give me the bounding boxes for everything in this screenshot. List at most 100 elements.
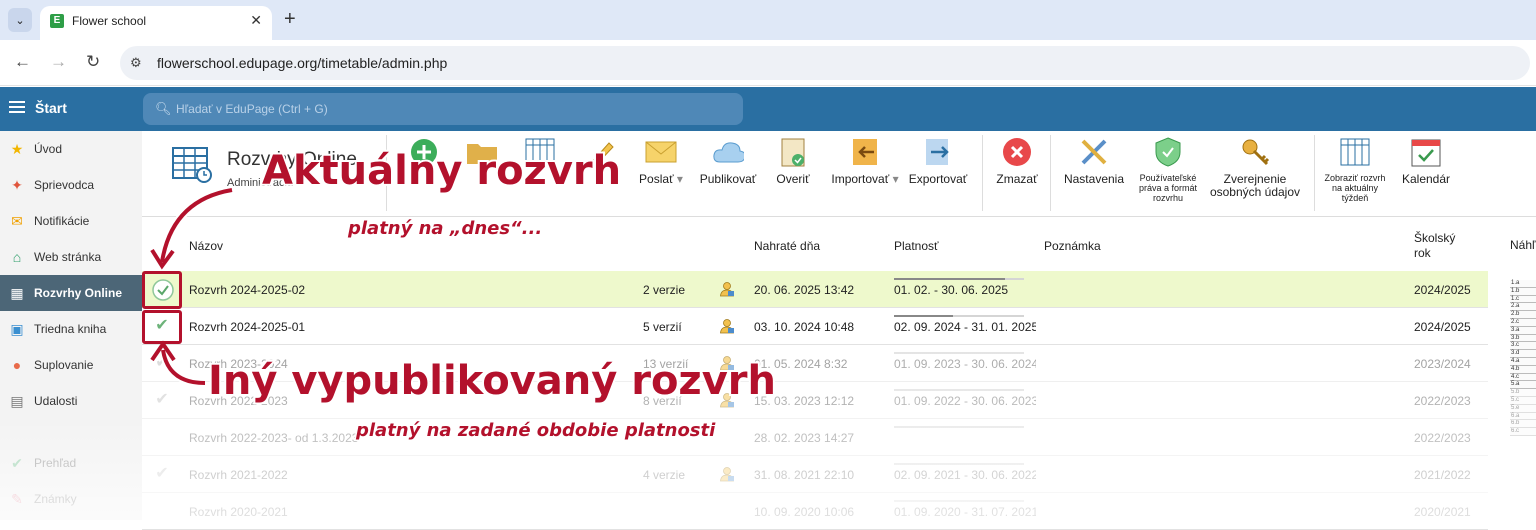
row-name[interactable]: Rozvrh 2024-2025-01 — [189, 320, 305, 334]
sidebar-item-8[interactable]: ▤ Udalosti — [0, 383, 142, 419]
row-name[interactable]: Rozvrh 2020-2021 — [189, 505, 288, 519]
user-icon — [720, 319, 734, 334]
preview-row: 5.c — [1510, 396, 1536, 405]
start-link[interactable]: Štart — [35, 100, 67, 116]
timetable-icon — [1339, 137, 1371, 167]
preview-row: 2.a — [1510, 303, 1536, 312]
preview-header: Náhľ — [1510, 238, 1536, 252]
calendar-label: Kalendár — [1401, 172, 1451, 186]
new-tab-button[interactable]: + — [284, 8, 296, 30]
table-row[interactable]: ✔ Rozvrh 2024-2025-01 5 verzií 03. 10. 2024… — [142, 308, 1488, 345]
annotation-other-subtitle: platný na zadané obdobie platnosti — [354, 419, 716, 443]
row-validity-text: 01. 09. 2020 - 31. 07. 2021 — [894, 505, 1036, 519]
timetable-logo-icon — [172, 147, 212, 183]
user-rights-button[interactable]: Používateľské práva a formát rozvrhu — [1136, 137, 1200, 213]
sidebar-item-label: Udalosti — [34, 394, 78, 408]
sidebar-item-5[interactable]: ▦ Rozvrhy Online — [0, 275, 142, 311]
timetable-preview[interactable]: 1.a 1.b 1.c 2.a 2.b 2.c 3.a 3.b 3.c 3.d 4.a 4.b 4.c 5… — [1510, 280, 1536, 520]
url-text: flowerschool.edupage.org/timetable/admin… — [157, 55, 448, 71]
export-button[interactable]: Exportovať — [906, 137, 970, 213]
grade-icon: ✎ — [11, 490, 23, 507]
verify-label: Overiť — [776, 172, 810, 186]
sidebar-item-label: Rozvrhy Online — [34, 286, 123, 300]
check-icon[interactable]: ✔ — [152, 353, 172, 373]
sidebar-item-2[interactable]: ✦ Sprievodca — [0, 167, 142, 203]
row-name[interactable]: Rozvrh 2021-2022 — [189, 468, 288, 482]
edupage-favicon-icon: E — [50, 14, 64, 28]
search-box: 🔍︎ — [143, 93, 743, 125]
header-note[interactable]: Poznámka — [1044, 239, 1101, 253]
publish-button[interactable]: Publikovať — [698, 137, 758, 213]
hamburger-menu-icon[interactable] — [9, 101, 25, 113]
settings-button[interactable]: Nastavenia — [1060, 137, 1128, 213]
validity-progress-bar — [894, 426, 1024, 428]
table-row[interactable]: Rozvrh 2022-2023- od 1.3.2023 28. 02. 202… — [142, 419, 1488, 456]
current-week-button[interactable]: Zobraziť rozvrh na aktuálny týždeň — [1320, 137, 1390, 213]
preview-row: 4.a — [1510, 357, 1536, 366]
delete-button[interactable]: Zmazať — [992, 137, 1042, 213]
row-validity: 01. 09. 2022 - 30. 06. 2023 — [894, 389, 1036, 415]
sidebar-item-10[interactable]: ✎ Známky — [0, 481, 142, 517]
site-settings-icon[interactable]: ⚙ — [130, 55, 142, 71]
person-icon: ● — [12, 357, 22, 373]
cloud-icon — [712, 137, 744, 167]
sidebar-item-7[interactable]: ● Suplovanie — [0, 347, 142, 383]
search-input[interactable] — [176, 99, 716, 119]
user-rights-label: Používateľské práva a formát rozvrhu — [1138, 173, 1198, 203]
check-icon[interactable]: ✔ — [152, 464, 172, 484]
browser-tab[interactable]: E Flower school ✕ — [40, 6, 272, 40]
sidebar-item-9[interactable]: ✔ Prehľad — [0, 445, 142, 481]
import-button[interactable]: Importovať ▾ — [826, 137, 904, 213]
header-school-year[interactable]: Školský rok — [1414, 231, 1474, 261]
row-validity-text: 01. 09. 2022 - 30. 06. 2023 — [894, 394, 1036, 408]
calendar-button[interactable]: Kalendár — [1398, 137, 1454, 213]
sidebar-item-1[interactable]: ★ Úvod — [0, 131, 142, 167]
row-versions[interactable]: 4 verzie — [643, 468, 685, 482]
toolbar-separator — [1050, 135, 1051, 211]
star-icon: ★ — [10, 140, 24, 157]
header-uploaded[interactable]: Nahraté dňa — [754, 239, 820, 253]
preview-row: 1.a — [1510, 280, 1536, 288]
row-versions[interactable]: 2 verzie — [643, 283, 685, 297]
sidebar-item-3[interactable]: ✉ Notifikácie — [0, 203, 142, 239]
reload-icon[interactable]: ↻ — [86, 52, 100, 72]
verify-button[interactable]: Overiť — [770, 137, 816, 213]
back-arrow-icon[interactable]: ← — [14, 52, 31, 72]
sidebar: ★ Úvod ✦ Sprievodca ✉ Notifikácie ⌂ Web stránka… — [0, 131, 142, 520]
table-row[interactable]: Rozvrh 2024-2025-02 2 verzie 20. 06. 2025 … — [142, 271, 1488, 308]
preview-row: 4.b — [1510, 365, 1536, 374]
send-button[interactable]: Poslať ▾ — [636, 137, 686, 213]
tools-icon — [1078, 137, 1110, 167]
calendar-check-icon — [1410, 137, 1442, 167]
preview-row: 6.a — [1510, 412, 1536, 421]
header-validity[interactable]: Platnosť — [894, 239, 939, 253]
tab-search-button[interactable]: ⌄ — [8, 8, 32, 32]
row-name[interactable]: Rozvrh 2024-2025-02 — [189, 283, 305, 297]
sidebar-item-4[interactable]: ⌂ Web stránka — [0, 239, 142, 275]
sidebar-item-label: Triedna kniha — [34, 322, 107, 336]
row-validity: 02. 09. 2021 - 30. 06. 2022 — [894, 463, 1036, 489]
personal-data-label: Zverejnenie osobných údajov — [1209, 172, 1301, 199]
table-row[interactable]: Rozvrh 2020-2021 10. 09. 2020 10:06 01. 09… — [142, 493, 1488, 530]
check-icon[interactable]: ✔ — [152, 390, 172, 410]
url-field[interactable]: ⚙ flowerschool.edupage.org/timetable/adm… — [120, 46, 1530, 80]
row-versions[interactable]: 5 verzií — [643, 320, 682, 334]
sidebar-item-6[interactable]: ▣ Triedna kniha — [0, 311, 142, 347]
table-row[interactable]: ✔ Rozvrh 2021-2022 4 verzie 31. 08. 2021 22… — [142, 456, 1488, 493]
close-icon[interactable]: ✕ — [250, 12, 262, 29]
preview-row: 1.c — [1510, 295, 1536, 304]
other-checkbox-highlight — [142, 310, 182, 344]
sidebar-item-label: Úvod — [34, 142, 63, 156]
validity-progress-bar — [894, 352, 1024, 354]
app-header: Štart 🔍︎ — [0, 87, 1536, 131]
key-icon — [1239, 137, 1271, 167]
shield-icon — [1152, 137, 1184, 167]
personal-data-button[interactable]: Zverejnenie osobných údajov — [1208, 137, 1302, 213]
row-school-year: 2024/2025 — [1414, 283, 1471, 297]
row-validity: 01. 02. - 30. 06. 2025 — [894, 278, 1036, 304]
row-name[interactable]: Rozvrh 2022-2023- od 1.3.2023 — [189, 431, 358, 445]
header-name[interactable]: Názov — [189, 239, 223, 253]
forward-arrow-icon[interactable]: → — [50, 52, 67, 72]
row-validity-text: 02. 09. 2024 - 31. 01. 2025 — [894, 320, 1036, 334]
toolbar-separator — [1314, 135, 1315, 211]
